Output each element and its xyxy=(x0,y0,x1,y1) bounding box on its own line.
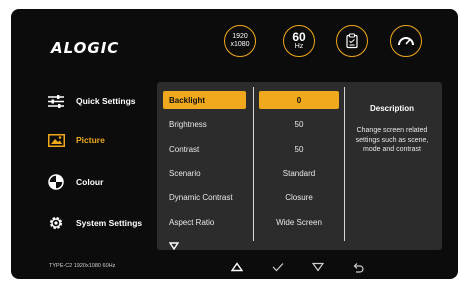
gauge-icon[interactable] xyxy=(390,25,422,57)
sidebar-item-label: System Settings xyxy=(76,218,143,228)
resolution-height: x1080 xyxy=(230,41,250,48)
value-aspect-ratio[interactable]: Wide Screen xyxy=(259,213,339,231)
check-icon[interactable] xyxy=(271,261,285,273)
palette-icon xyxy=(47,173,65,191)
description-title: Description xyxy=(369,104,414,113)
value-contrast[interactable]: 50 xyxy=(259,140,339,158)
clipboard-icon[interactable] xyxy=(336,25,368,57)
menu-item-contrast[interactable]: Contrast xyxy=(163,140,246,158)
signal-info: TYPE-C2 1920x1080 60Hz xyxy=(49,263,116,269)
menu-item-aspect-ratio[interactable]: Aspect Ratio xyxy=(163,213,246,231)
alogic-logo: ALOGIC xyxy=(51,39,120,57)
refresh-badge: 60 Hz xyxy=(283,25,315,57)
sidebar-item-label: Picture xyxy=(76,135,105,145)
column-divider xyxy=(344,87,345,241)
sidebar-item-quick-settings[interactable]: Quick Settings xyxy=(47,92,136,110)
scroll-down-icon[interactable] xyxy=(168,237,180,251)
resolution-badge: 1920 x1080 xyxy=(224,25,256,57)
sidebar-item-label: Colour xyxy=(76,177,104,187)
sidebar-item-label: Quick Settings xyxy=(76,96,136,106)
value-brightness[interactable]: 50 xyxy=(259,115,339,133)
value-dynamic-contrast[interactable]: Closure xyxy=(259,188,339,206)
description-text: Change screen related settings such as s… xyxy=(355,127,429,153)
back-icon[interactable] xyxy=(351,261,365,273)
resolution-width: 1920 xyxy=(232,33,248,40)
value-backlight[interactable]: 0 xyxy=(259,91,339,109)
osd-window: ALOGIC 1920 x1080 60 Hz Quick Settings P… xyxy=(11,9,458,279)
settings-panel: Backlight Brightness Contrast Scenario D… xyxy=(157,82,442,251)
up-icon[interactable] xyxy=(230,261,244,273)
sliders-icon xyxy=(47,92,65,110)
menu-item-backlight[interactable]: Backlight xyxy=(163,91,246,109)
down-icon[interactable] xyxy=(311,261,325,273)
value-scenario[interactable]: Standard xyxy=(259,164,339,182)
column-divider xyxy=(253,87,254,241)
refresh-value: 60 xyxy=(292,29,306,44)
image-icon xyxy=(47,131,65,149)
menu-item-dynamic-contrast[interactable]: Dynamic Contrast xyxy=(163,188,246,206)
menu-item-scenario[interactable]: Scenario xyxy=(163,164,246,182)
sidebar-item-picture[interactable]: Picture xyxy=(47,131,105,149)
gear-icon xyxy=(47,214,65,232)
refresh-unit: Hz xyxy=(294,42,304,50)
sidebar-item-colour[interactable]: Colour xyxy=(47,173,103,191)
sidebar-item-system-settings[interactable]: System Settings xyxy=(47,214,142,232)
menu-item-brightness[interactable]: Brightness xyxy=(163,115,246,133)
